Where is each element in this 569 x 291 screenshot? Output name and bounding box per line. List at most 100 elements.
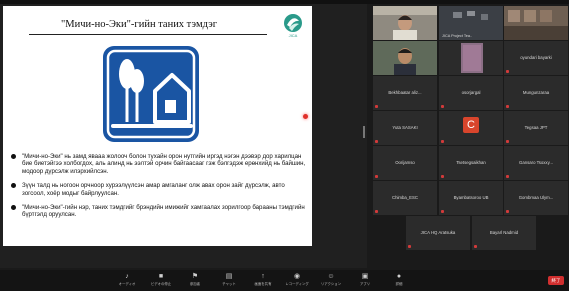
record-button[interactable]: ◉ レコーディング	[282, 272, 312, 290]
toolbar-label: アプリ	[359, 282, 371, 286]
bullet-text: "Мичи-но-Эки" нь замд явааа жолооч болон…	[22, 153, 306, 175]
apps-button[interactable]: ▣ アプリ	[350, 272, 380, 290]
participant-tile[interactable]: Tsetsegsaikhan	[439, 146, 503, 180]
participant-name: Mungunzaraa	[522, 90, 550, 95]
participant-name: Byambatsoroo UB	[453, 195, 489, 200]
participant-name: Gombmaa Ulym...	[518, 195, 554, 200]
people-icon: ⚑	[191, 273, 199, 280]
participant-tile[interactable]	[439, 41, 503, 75]
bullet-dot-icon	[11, 183, 16, 189]
presentation-slide: "Мичи-но-Эки"-гийн таних тэмдэг JICA "Ми…	[3, 6, 312, 246]
more-button[interactable]: ● 詳細	[384, 272, 414, 290]
panel-resize-handle[interactable]	[363, 126, 365, 138]
muted-mic-icon	[441, 175, 444, 178]
participant-tile[interactable]: C	[439, 111, 503, 145]
participant-tile[interactable]: JICA Project Tea..	[439, 6, 503, 40]
participant-tile[interactable]: Chimba_ESC	[373, 181, 437, 215]
audio-button[interactable]: ♪ オーディオ	[112, 272, 142, 290]
muted-mic-icon	[375, 175, 378, 178]
microphone-icon: ♪	[125, 273, 129, 280]
muted-mic-icon	[375, 140, 378, 143]
chat-icon: ▤	[225, 273, 233, 280]
share-screen-button[interactable]: ↑ 画面を共有	[248, 272, 278, 290]
slide-bullet-list: "Мичи-но-Эки" нь замд явааа жолооч болон…	[11, 153, 309, 226]
participant-tile[interactable]: Gansaro Tsoxxy...	[504, 146, 568, 180]
participant-name: oyundari bayarki	[520, 55, 552, 60]
participant-tile[interactable]	[373, 41, 437, 75]
record-icon: ◉	[293, 273, 301, 280]
participant-tile[interactable]: Tegsaa JPT	[504, 111, 568, 145]
participant-tile[interactable]: Mungunzaraa	[504, 76, 568, 110]
michi-no-eki-sign-icon	[103, 46, 199, 142]
toolbar-label: 画面を共有	[254, 282, 272, 286]
slide-title: "Мичи-но-Эки"-гийн таних тэмдэг	[60, 19, 218, 30]
muted-mic-icon	[506, 140, 509, 143]
muted-mic-icon	[441, 210, 444, 213]
muted-mic-icon	[506, 210, 509, 213]
bullet-item: "Мичи-но-Эки" нь замд явааа жолооч болон…	[11, 153, 309, 175]
participant-name: Yuta SASAKI	[392, 125, 418, 130]
participant-name: Gansaro Tsoxxy...	[519, 160, 553, 165]
participant-tile[interactable]: Bayarl Nadmid	[472, 216, 536, 250]
end-meeting-button[interactable]: 終了	[548, 276, 564, 285]
participant-tile[interactable]: oyundari bayarki	[504, 41, 568, 75]
video-feed-icon	[373, 41, 437, 75]
toolbar-label: レコーディング	[285, 282, 309, 286]
participant-name: Oorijamso	[395, 160, 415, 165]
video-feed-icon	[439, 41, 503, 75]
muted-mic-icon	[474, 245, 477, 248]
participants-button[interactable]: ⚑ 参加者	[180, 272, 210, 290]
logo-text: JICA	[289, 33, 298, 38]
toolbar-label: ビデオの停止	[150, 282, 172, 286]
participant-tile[interactable]: Byambatsoroo UB	[439, 181, 503, 215]
laser-pointer-dot	[303, 114, 308, 119]
muted-mic-icon	[408, 245, 411, 248]
participant-tile[interactable]: Yuta SASAKI	[373, 111, 437, 145]
toolbar-label: リアクション	[320, 282, 342, 286]
participant-tile[interactable]	[373, 6, 437, 40]
participant-tile[interactable]: JICA HQ Aratsuka	[406, 216, 470, 250]
muted-mic-icon	[375, 210, 378, 213]
toolbar-label: オーディオ	[118, 282, 136, 286]
participant-name: Tegsaa JPT	[524, 125, 548, 130]
camera-icon: ■	[158, 273, 164, 280]
chat-button[interactable]: ▤ チャット	[214, 272, 244, 290]
video-button[interactable]: ■ ビデオの停止	[146, 272, 176, 290]
bullet-item: "Мичи-но-Эки"-гийн нэр, таних тэмдгийг б…	[11, 204, 309, 219]
toolbar-label: チャット	[222, 282, 236, 286]
muted-mic-icon	[506, 175, 509, 178]
participant-tile[interactable]	[504, 6, 568, 40]
video-feed-icon	[373, 6, 437, 40]
more-icon: ●	[396, 273, 402, 280]
participant-name: Bekhbaatar aliz...	[388, 90, 422, 95]
bullet-text: "Мичи-но-Эки"-гийн нэр, таних тэмдгийг б…	[22, 204, 305, 219]
shared-screen-area: "Мичи-но-Эки"-гийн таних тэмдэг JICA "Ми…	[0, 4, 367, 268]
muted-mic-icon	[441, 140, 444, 143]
reactions-button[interactable]: ☺ リアクション	[316, 272, 346, 290]
muted-mic-icon	[375, 105, 378, 108]
participant-name: JICA Project Tea..	[442, 34, 473, 38]
participant-tile[interactable]: osorjargal	[439, 76, 503, 110]
muted-mic-icon	[506, 105, 509, 108]
participant-name: JICA HQ Aratsuka	[420, 230, 456, 235]
participant-gallery: JICA Project Tea.. oyundari bayarki Bekh…	[370, 4, 569, 268]
bullet-item: Зүүн талд нь ногоон орчноор хурээлүүлсэн…	[11, 182, 309, 197]
bullet-dot-icon	[11, 154, 16, 159]
jica-logo: JICA	[280, 12, 306, 38]
toolbar-label: 参加者	[189, 282, 201, 286]
participant-name: Tsetsegsaikhan	[456, 160, 486, 165]
share-screen-icon: ↑	[261, 273, 265, 280]
participant-tile[interactable]: Oorijamso	[373, 146, 437, 180]
meeting-toolbar: ♪ オーディオ ■ ビデオの停止 ⚑ 参加者 ▤ チャット ↑ 画面を共有 ◉ …	[0, 270, 569, 291]
participant-tile[interactable]: Bekhbaatar aliz...	[373, 76, 437, 110]
reaction-icon: ☺	[327, 273, 335, 280]
participant-name: Chimba_ESC	[391, 195, 419, 200]
participant-name: Bayarl Nadmid	[489, 230, 519, 235]
participant-tile[interactable]: Gombmaa Ulym...	[504, 181, 568, 215]
participant-avatar: C	[463, 117, 479, 133]
muted-mic-icon	[441, 105, 444, 108]
apps-icon: ▣	[361, 273, 369, 280]
muted-mic-icon	[506, 70, 509, 73]
toolbar-label: 詳細	[395, 282, 403, 286]
title-underline	[29, 34, 267, 35]
